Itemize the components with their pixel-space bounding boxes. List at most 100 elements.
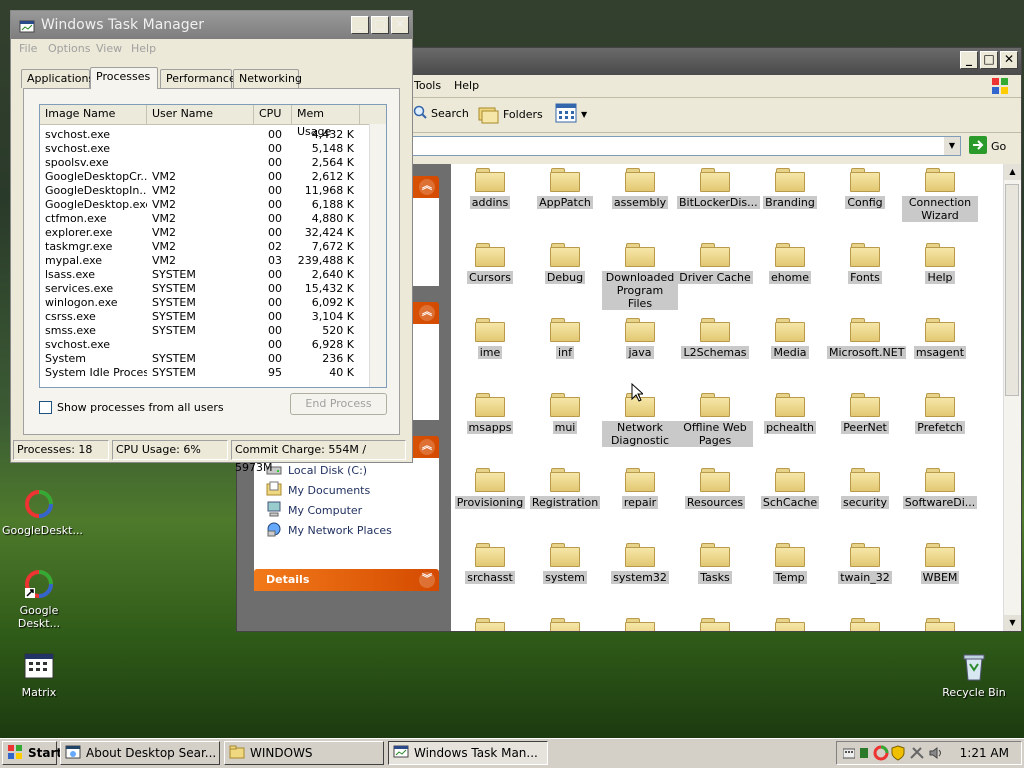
end-process-button[interactable]: End Process bbox=[290, 393, 387, 415]
link-my-documents[interactable]: My Documents bbox=[254, 480, 439, 500]
desktop-icon-google-desktop-shortcut[interactable]: Google Deskt... bbox=[2, 568, 76, 630]
folder-item[interactable]: Tasks bbox=[677, 543, 753, 584]
menu-options[interactable]: Options bbox=[48, 42, 90, 55]
folder-item[interactable]: AppPatch bbox=[527, 168, 603, 209]
folder-item[interactable]: twain_32 bbox=[827, 543, 903, 584]
folder-item[interactable]: Driver Cache bbox=[677, 243, 753, 284]
folder-item[interactable]: ime bbox=[452, 318, 528, 359]
folder-item[interactable] bbox=[752, 618, 828, 631]
process-row[interactable]: GoogleDesktopIn... VM2 00 11,968 K bbox=[40, 184, 386, 198]
taskbar-button-about-desktop-search[interactable]: About Desktop Sear... bbox=[60, 741, 220, 765]
folder-item[interactable]: system bbox=[527, 543, 603, 584]
show-all-users-checkbox-row[interactable]: Show processes from all users bbox=[39, 401, 224, 414]
process-row[interactable]: mypal.exe VM2 03 239,488 K bbox=[40, 254, 386, 268]
process-row[interactable]: taskmgr.exe VM2 02 7,672 K bbox=[40, 240, 386, 254]
process-row[interactable]: ctfmon.exe VM2 00 4,880 K bbox=[40, 212, 386, 226]
folder-item[interactable]: SoftwareDi... bbox=[902, 468, 978, 509]
minimize-button[interactable]: _ bbox=[351, 16, 369, 34]
folder-item[interactable]: Help bbox=[902, 243, 978, 284]
folder-item[interactable]: Downloaded Program Files bbox=[602, 243, 678, 310]
clock[interactable]: 1:21 AM bbox=[960, 746, 1009, 760]
process-row[interactable]: GoogleDesktopCr... VM2 00 2,612 K bbox=[40, 170, 386, 184]
explorer-scrollbar[interactable]: ▲ ▼ bbox=[1003, 164, 1021, 631]
folder-item[interactable]: java bbox=[602, 318, 678, 359]
google-desktop-tray-icon[interactable] bbox=[873, 745, 889, 764]
folder-item[interactable]: Branding bbox=[752, 168, 828, 209]
views-button[interactable]: ▼ bbox=[555, 103, 587, 126]
tray-network-icon[interactable] bbox=[859, 746, 869, 763]
taskbar-button-windows[interactable]: WINDOWS bbox=[224, 741, 384, 765]
folder-item[interactable]: PeerNet bbox=[827, 393, 903, 434]
folder-item[interactable] bbox=[527, 618, 603, 631]
close-button[interactable]: ✕ bbox=[391, 16, 409, 34]
expand-icon[interactable]: ︾ bbox=[419, 572, 435, 588]
folder-item[interactable]: mui bbox=[527, 393, 603, 434]
collapse-icon[interactable]: ︽ bbox=[419, 179, 435, 195]
column-mem-usage[interactable]: Mem Usage bbox=[292, 105, 360, 138]
scroll-up-button[interactable]: ▲ bbox=[1004, 164, 1021, 180]
column-image-name[interactable]: Image Name bbox=[40, 105, 147, 124]
folder-item[interactable]: Config bbox=[827, 168, 903, 209]
go-button[interactable]: Go bbox=[969, 136, 1006, 157]
process-row[interactable]: GoogleDesktop.exe VM2 00 6,188 K bbox=[40, 198, 386, 212]
link-my-network-places[interactable]: My Network Places bbox=[254, 520, 439, 540]
process-row[interactable]: svchost.exe 00 5,148 K bbox=[40, 142, 386, 156]
folder-item[interactable]: WBEM bbox=[902, 543, 978, 584]
folder-item[interactable] bbox=[902, 618, 978, 631]
minimize-button[interactable]: _ bbox=[960, 51, 978, 69]
folder-item[interactable]: BitLockerDis... bbox=[677, 168, 760, 209]
folder-item[interactable]: pchealth bbox=[752, 393, 828, 434]
close-button[interactable]: ✕ bbox=[1000, 51, 1018, 69]
menu-help[interactable]: Help bbox=[454, 79, 479, 92]
folder-item[interactable]: Provisioning bbox=[452, 468, 528, 509]
folder-item[interactable]: L2Schemas bbox=[677, 318, 753, 359]
folder-item[interactable]: system32 bbox=[602, 543, 678, 584]
process-row[interactable]: svchost.exe 00 6,928 K bbox=[40, 338, 386, 352]
scroll-thumb[interactable] bbox=[1005, 184, 1019, 396]
folder-item[interactable] bbox=[827, 618, 903, 631]
address-dropdown-button[interactable]: ▼ bbox=[944, 137, 960, 155]
tray-keyboard-icon[interactable] bbox=[842, 746, 856, 763]
folder-item[interactable] bbox=[602, 618, 678, 631]
process-row[interactable]: services.exe SYSTEM 00 15,432 K bbox=[40, 282, 386, 296]
folder-item[interactable]: srchasst bbox=[452, 543, 528, 584]
folder-item[interactable]: msagent bbox=[902, 318, 978, 359]
desktop-icon-google-desktop[interactable]: GoogleDeskt... bbox=[2, 488, 83, 537]
folder-item[interactable]: msapps bbox=[452, 393, 528, 434]
folder-item[interactable]: Registration bbox=[527, 468, 603, 509]
process-row[interactable]: winlogon.exe SYSTEM 00 6,092 K bbox=[40, 296, 386, 310]
taskbar-button-task-manager[interactable]: Windows Task Man... bbox=[388, 741, 548, 765]
menu-view[interactable]: View bbox=[96, 42, 122, 55]
folder-item[interactable]: SchCache bbox=[752, 468, 828, 509]
menu-help[interactable]: Help bbox=[131, 42, 156, 55]
folder-item[interactable]: Debug bbox=[527, 243, 603, 284]
show-all-users-checkbox[interactable] bbox=[39, 401, 52, 414]
process-row[interactable]: explorer.exe VM2 00 32,424 K bbox=[40, 226, 386, 240]
maximize-button[interactable]: □ bbox=[980, 51, 998, 69]
task-manager-titlebar[interactable]: Windows Task Manager _ □ ✕ bbox=[11, 11, 412, 39]
scroll-down-button[interactable]: ▼ bbox=[1004, 615, 1021, 631]
folder-item[interactable] bbox=[452, 618, 528, 631]
folder-item[interactable]: security bbox=[827, 468, 903, 509]
details-header[interactable]: Details ︾ bbox=[254, 569, 439, 591]
collapse-icon[interactable]: ︽ bbox=[419, 305, 435, 321]
menu-file[interactable]: File bbox=[19, 42, 37, 55]
link-my-computer[interactable]: My Computer bbox=[254, 500, 439, 520]
process-row[interactable]: svchost.exe 00 4,432 K bbox=[40, 128, 386, 142]
process-row[interactable]: System Idle Process SYSTEM 95 40 K bbox=[40, 366, 386, 380]
link-local-disk[interactable]: Local Disk (C:) bbox=[254, 460, 439, 480]
collapse-icon[interactable]: ︽ bbox=[419, 439, 435, 455]
maximize-button[interactable]: □ bbox=[371, 16, 389, 34]
folder-item[interactable]: Connection Wizard bbox=[902, 168, 978, 222]
desktop-icon-matrix[interactable]: Matrix bbox=[2, 650, 76, 699]
tray-tools-icon[interactable] bbox=[909, 746, 925, 763]
process-list-scrollbar[interactable] bbox=[369, 124, 386, 387]
folder-item[interactable]: Microsoft.NET bbox=[827, 318, 907, 359]
process-row[interactable]: spoolsv.exe 00 2,564 K bbox=[40, 156, 386, 170]
column-user-name[interactable]: User Name bbox=[147, 105, 254, 124]
tab-processes[interactable]: Processes bbox=[90, 67, 158, 89]
column-cpu[interactable]: CPU bbox=[254, 105, 292, 124]
tray-volume-icon[interactable] bbox=[928, 746, 944, 763]
tab-performance[interactable]: Performance bbox=[160, 69, 236, 88]
menu-tools[interactable]: Tools bbox=[414, 79, 441, 92]
